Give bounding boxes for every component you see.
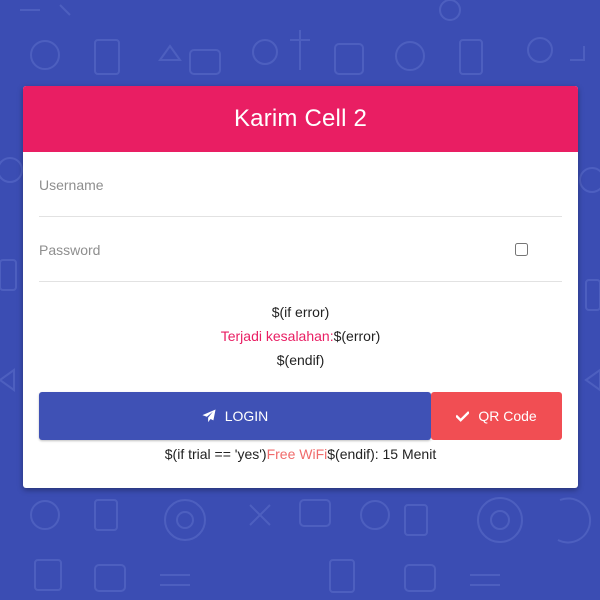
password-field-wrapper bbox=[39, 217, 562, 282]
button-row: LOGIN QR Code bbox=[39, 392, 562, 440]
show-password-checkbox[interactable] bbox=[515, 243, 528, 256]
login-button-label: LOGIN bbox=[224, 408, 269, 424]
page-title: Karim Cell 2 bbox=[233, 105, 368, 132]
paper-plane-icon bbox=[202, 409, 216, 423]
password-field[interactable] bbox=[39, 217, 562, 281]
qr-code-button-label: QR Code bbox=[478, 408, 537, 424]
username-field[interactable] bbox=[39, 152, 562, 216]
error-line: Terjadi kesalahan:$(error) bbox=[39, 324, 562, 348]
free-wifi-label: Free WiFi bbox=[266, 446, 328, 462]
username-field-wrapper bbox=[39, 152, 562, 217]
trial-suffix: $(endif): 15 Menit bbox=[327, 446, 437, 462]
card-header: Karim Cell 2 bbox=[23, 86, 578, 152]
if-error-text: $(if error) bbox=[271, 304, 330, 320]
qr-code-button[interactable]: QR Code bbox=[431, 392, 562, 440]
card-body: $(if error) Terjadi kesalahan:$(error) $… bbox=[23, 152, 578, 462]
error-value: $(error) bbox=[333, 328, 381, 344]
error-label: Terjadi kesalahan: bbox=[220, 328, 334, 344]
error-message-block: $(if error) Terjadi kesalahan:$(error) $… bbox=[39, 282, 562, 372]
trial-info: $(if trial == 'yes')Free WiFi$(endif): 1… bbox=[39, 446, 562, 462]
trial-prefix: $(if trial == 'yes') bbox=[164, 446, 267, 462]
check-icon bbox=[456, 410, 470, 422]
login-button[interactable]: LOGIN bbox=[39, 392, 431, 440]
login-card: Karim Cell 2 $(if error) Terjadi kesalah… bbox=[23, 86, 578, 488]
endif-text: $(endif) bbox=[276, 352, 325, 368]
